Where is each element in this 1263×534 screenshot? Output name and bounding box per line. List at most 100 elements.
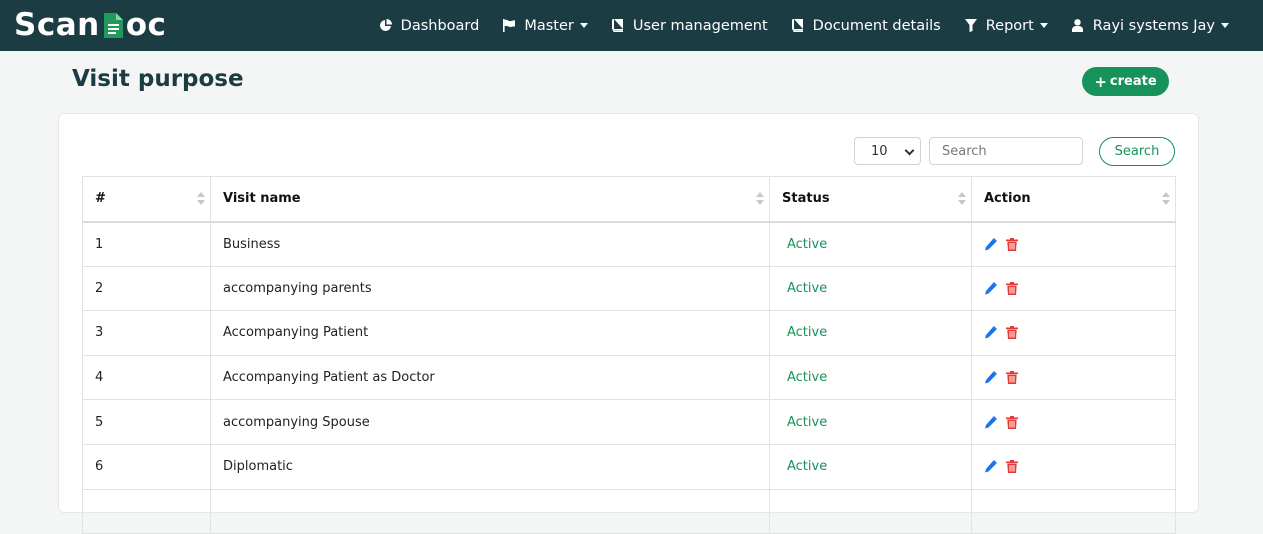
column-header-index[interactable]: #	[82, 176, 211, 223]
delete-trash-icon[interactable]	[1006, 371, 1019, 385]
row-index: 1	[82, 221, 211, 267]
book-icon	[790, 18, 806, 34]
chevron-down-icon	[1039, 23, 1048, 28]
row-actions	[971, 399, 1176, 445]
delete-trash-icon[interactable]	[1006, 415, 1019, 429]
status-badge: Active	[787, 414, 828, 430]
row-index: 5	[82, 399, 211, 445]
row-status	[769, 488, 972, 534]
visit-purpose-table: # Visit name Status Action 1 Business Ac…	[82, 176, 1176, 534]
column-header-visit-name-label: Visit name	[223, 191, 301, 207]
nav-master[interactable]: Master	[490, 0, 599, 51]
table-row: 2 accompanying parents Active	[82, 265, 1176, 312]
table-row: 5 accompanying Spouse Active	[82, 399, 1176, 445]
delete-trash-icon[interactable]	[1006, 460, 1019, 474]
nav-document-details[interactable]: Document details	[779, 0, 952, 51]
page-size-value: 10	[871, 143, 888, 159]
row-visit-name: Diplomatic	[210, 443, 770, 490]
search-input[interactable]	[929, 137, 1083, 165]
nav-master-label: Master	[524, 17, 574, 34]
sort-icon	[756, 192, 764, 206]
nav-dashboard-label: Dashboard	[400, 17, 480, 34]
column-header-visit-name[interactable]: Visit name	[210, 176, 770, 223]
nav-dashboard[interactable]: Dashboard	[367, 0, 491, 51]
chevron-down-icon	[1221, 23, 1229, 28]
row-visit-name	[210, 488, 770, 534]
status-badge: Active	[787, 325, 828, 341]
row-index: 6	[82, 443, 211, 490]
row-actions	[971, 265, 1176, 312]
edit-pencil-icon[interactable]	[984, 460, 997, 473]
nav-report-label: Report	[985, 17, 1034, 34]
nav-user-label: Rayi systems Jay	[1092, 17, 1215, 34]
nav-user-management-label: User management	[632, 17, 768, 34]
plus-icon: +	[1094, 72, 1107, 91]
action-group	[984, 460, 1175, 474]
nav-document-details-label: Document details	[812, 17, 941, 34]
status-badge: Active	[787, 370, 828, 386]
row-index: 2	[82, 265, 211, 312]
row-status: Active	[769, 443, 972, 490]
row-status: Active	[769, 399, 972, 445]
table-header-row: # Visit name Status Action	[82, 176, 1176, 223]
nav-user-menu[interactable]: Rayi systems Jay	[1059, 0, 1240, 51]
nav-user-management[interactable]: User management	[599, 0, 779, 51]
row-index: 3	[82, 310, 211, 356]
table-row: 6 Diplomatic Active	[82, 443, 1176, 490]
scandoc-logo[interactable]: Scan oc	[14, 5, 166, 45]
column-header-status[interactable]: Status	[769, 176, 972, 223]
row-actions	[971, 221, 1176, 267]
top-navbar: Scan oc Dashboard Master User management…	[0, 0, 1263, 51]
chevron-down-icon	[904, 145, 915, 156]
row-visit-name: Accompanying Patient	[210, 310, 770, 356]
sort-icon	[1162, 192, 1170, 206]
logo-text-start: Scan	[14, 7, 100, 43]
column-header-status-label: Status	[782, 191, 830, 207]
row-actions	[971, 488, 1176, 534]
table-row: 1 Business Active	[82, 221, 1176, 267]
status-badge	[782, 504, 787, 519]
table-row: 4 Accompanying Patient as Doctor Active	[82, 354, 1176, 401]
edit-pencil-icon[interactable]	[984, 237, 997, 251]
page-size-select[interactable]: 10	[854, 137, 921, 165]
column-header-index-label: #	[95, 191, 106, 207]
row-status: Active	[769, 310, 972, 356]
edit-pencil-icon[interactable]	[984, 281, 997, 295]
book-icon	[610, 18, 626, 34]
edit-pencil-icon[interactable]	[984, 371, 997, 384]
row-status: Active	[769, 265, 972, 312]
table-row: 3 Accompanying Patient Active	[82, 310, 1176, 356]
row-actions	[971, 310, 1176, 356]
status-badge: Active	[787, 236, 828, 252]
delete-trash-icon[interactable]	[1006, 281, 1019, 295]
column-header-action-label: Action	[984, 191, 1031, 207]
delete-trash-icon[interactable]	[1006, 237, 1019, 251]
flag-icon	[501, 18, 517, 34]
column-header-action[interactable]: Action	[971, 176, 1176, 223]
row-visit-name: accompanying parents	[210, 265, 770, 312]
status-badge: Active	[787, 459, 828, 475]
row-visit-name: Business	[210, 221, 770, 267]
logo-document-icon	[101, 11, 125, 40]
logo-text-end: oc	[125, 7, 167, 43]
status-badge: Active	[787, 280, 828, 296]
action-group	[984, 281, 1175, 295]
row-visit-name: Accompanying Patient as Doctor	[210, 354, 770, 401]
delete-trash-icon[interactable]	[1006, 326, 1019, 340]
create-button-label: create	[1109, 74, 1157, 89]
edit-pencil-icon[interactable]	[984, 415, 997, 429]
row-visit-name: accompanying Spouse	[210, 399, 770, 445]
pie-chart-icon	[378, 18, 394, 34]
filter-icon	[963, 18, 979, 34]
create-button[interactable]: + create	[1082, 67, 1169, 96]
page-title: Visit purpose	[72, 66, 244, 92]
edit-pencil-icon[interactable]	[984, 326, 997, 339]
chevron-down-icon	[579, 23, 588, 28]
search-button[interactable]: Search	[1099, 137, 1175, 166]
row-index: 4	[82, 354, 211, 401]
sort-icon	[197, 192, 205, 206]
action-group	[984, 237, 1175, 251]
nav-menu: Dashboard Master User management Documen…	[367, 0, 1240, 51]
row-index	[82, 488, 211, 534]
nav-report[interactable]: Report	[952, 0, 1059, 51]
